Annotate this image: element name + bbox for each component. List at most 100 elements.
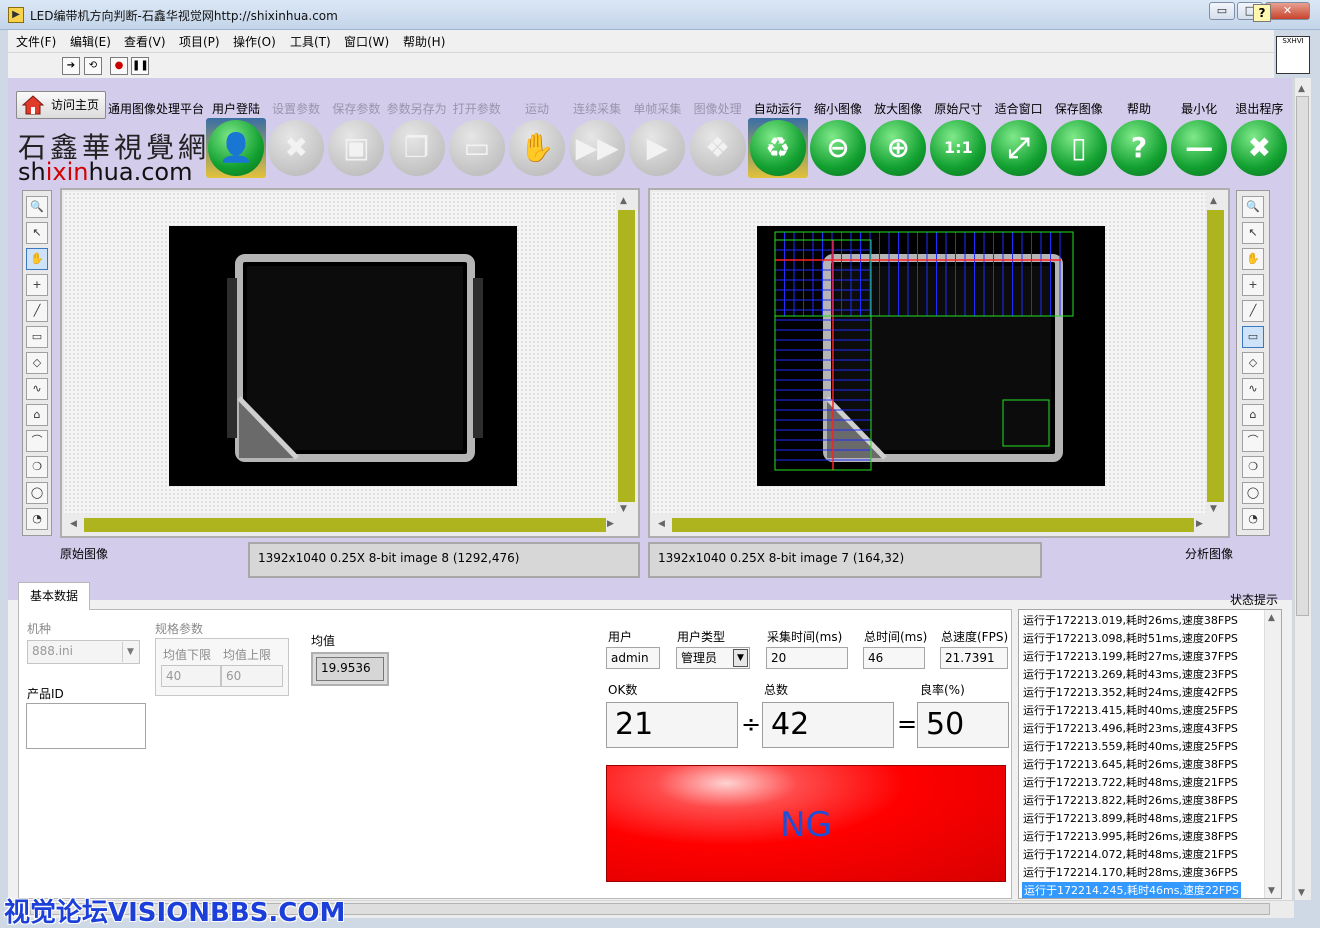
status-log[interactable]: 运行于172213.019,耗时26ms,速度38FPS 运行于172213.09… — [1018, 609, 1282, 899]
mean-lower-input[interactable]: 40 — [161, 665, 221, 687]
left-vscroll-thumb[interactable] — [618, 210, 635, 502]
right-pointer-icon[interactable]: ↖ — [1242, 222, 1264, 244]
status-log-scrollbar[interactable] — [1264, 610, 1281, 898]
zoom-fit-icon[interactable]: ⤢ — [990, 120, 1047, 176]
log-entry[interactable]: 运行于172213.269,耗时43ms,速度23FPS — [1023, 666, 1238, 684]
run-continuous-icon[interactable]: ⟲ — [84, 57, 102, 75]
right-rectangle-tool-icon[interactable]: ▭ — [1242, 326, 1264, 348]
close-window-button[interactable]: ✕ — [1265, 2, 1310, 20]
left-magnifier-icon[interactable]: 🔍 — [26, 196, 48, 218]
log-entry[interactable]: 运行于172213.822,耗时26ms,速度38FPS — [1023, 792, 1238, 810]
exit-icon-glyph: ✖ — [1247, 131, 1272, 164]
log-entry[interactable]: 运行于172213.098,耗时51ms,速度20FPS — [1023, 630, 1238, 648]
left-pointer-icon[interactable]: ↖ — [26, 222, 48, 244]
minus-icon[interactable]: — — [1171, 120, 1228, 176]
left-pan-hand-icon[interactable]: ✋ — [26, 248, 48, 270]
left-rotated-rect-icon[interactable]: ◇ — [26, 352, 48, 374]
log-entry[interactable]: 运行于172213.019,耗时26ms,速度38FPS — [1023, 612, 1238, 630]
log-scroll-up-icon[interactable]: ▲ — [1268, 613, 1275, 623]
left-freehand-region-icon[interactable]: ❍ — [26, 456, 48, 478]
right-freehand-region-icon[interactable]: ❍ — [1242, 456, 1264, 478]
tab-basic-data[interactable]: 基本数据 — [18, 582, 90, 610]
help-icon[interactable]: ? — [1111, 120, 1167, 176]
abort-icon[interactable]: ● — [110, 57, 128, 75]
right-vscroll-thumb[interactable] — [1207, 210, 1224, 502]
left-polyline-icon[interactable]: ∿ — [26, 378, 48, 400]
menu-tools[interactable]: 工具(T) — [290, 33, 331, 50]
user-type-dropdown-icon[interactable]: ▼ — [733, 649, 748, 667]
left-rectangle-tool-icon[interactable]: ▭ — [26, 326, 48, 348]
log-entry[interactable]: 运行于172213.559,耗时40ms,速度25FPS — [1023, 738, 1238, 756]
right-hscroll-thumb[interactable] — [672, 518, 1194, 532]
log-entry[interactable]: 运行于172213.645,耗时26ms,速度38FPS — [1023, 756, 1238, 774]
right-oval-icon[interactable]: ◯ — [1242, 482, 1264, 504]
right-line-tool-icon[interactable]: ╱ — [1242, 300, 1264, 322]
log-entry[interactable]: 运行于172213.415,耗时40ms,速度25FPS — [1023, 702, 1238, 720]
menu-project[interactable]: 项目(P) — [179, 33, 220, 50]
left-hscroll-thumb[interactable] — [84, 518, 606, 532]
hand-icon: ✋ — [509, 120, 565, 176]
right-crosshair-icon[interactable]: + — [1242, 274, 1264, 296]
menu-operate[interactable]: 操作(O) — [233, 33, 276, 50]
log-entry[interactable]: 运行于172214.170,耗时28ms,速度36FPS — [1023, 864, 1238, 882]
minimize-window-button[interactable]: ▭ — [1209, 2, 1235, 20]
tools-icon: ✖ — [268, 120, 325, 176]
menu-file[interactable]: 文件(F) — [16, 33, 56, 50]
tool-label-fast-forward: 连续采集 — [573, 102, 622, 116]
run-arrow-icon[interactable]: ➔ — [62, 57, 80, 75]
log-entry[interactable]: 运行于172213.899,耗时48ms,速度21FPS — [1023, 810, 1238, 828]
left-polygon-icon[interactable]: ⌂ — [26, 404, 48, 426]
menu-edit[interactable]: 编辑(E) — [70, 33, 111, 50]
play-icon-glyph: ▶ — [646, 131, 669, 164]
menu-help[interactable]: 帮助(H) — [403, 33, 445, 50]
right-freehand-line-icon[interactable]: ⌒ — [1242, 430, 1264, 452]
right-rotated-rect-icon[interactable]: ◇ — [1242, 352, 1264, 374]
log-entry[interactable]: 运行于172213.995,耗时26ms,速度38FPS — [1023, 828, 1238, 846]
product-id-input[interactable] — [26, 703, 146, 749]
log-scroll-down-icon[interactable]: ▼ — [1268, 886, 1275, 896]
menu-window[interactable]: 窗口(W) — [344, 33, 389, 50]
log-entry[interactable]: 运行于172214.072,耗时48ms,速度21FPS — [1023, 846, 1238, 864]
tool-label-zoom-in: 放大图像 — [874, 102, 923, 116]
right-scroll-down-icon[interactable]: ▼ — [1210, 504, 1217, 514]
zoom-in-icon[interactable]: ⊕ — [870, 120, 927, 176]
pause-icon[interactable]: ❚❚ — [131, 57, 149, 75]
left-scroll-left-icon[interactable]: ◀ — [70, 519, 77, 529]
right-annulus-icon[interactable]: ◔ — [1242, 508, 1264, 530]
exit-icon[interactable]: ✖ — [1231, 120, 1288, 176]
status-label: 状态提示 — [1230, 593, 1279, 607]
recycle-icon[interactable]: ♻ — [749, 120, 806, 176]
mean-upper-input[interactable]: 60 — [221, 665, 283, 687]
right-polyline-icon[interactable]: ∿ — [1242, 378, 1264, 400]
left-scroll-up-icon[interactable]: ▲ — [620, 196, 627, 206]
left-oval-icon[interactable]: ◯ — [26, 482, 48, 504]
right-scroll-left-icon[interactable]: ◀ — [658, 519, 665, 529]
zoom-out-icon[interactable]: ⊖ — [810, 120, 866, 176]
log-entry[interactable]: 运行于172213.199,耗时27ms,速度37FPS — [1023, 648, 1238, 666]
left-line-tool-icon[interactable]: ╱ — [26, 300, 48, 322]
right-pan-hand-icon[interactable]: ✋ — [1242, 248, 1264, 270]
window-scroll-up-icon[interactable]: ▲ — [1298, 84, 1305, 94]
context-help-icon[interactable]: ? — [1253, 4, 1271, 22]
log-entry[interactable]: 运行于172213.722,耗时48ms,速度21FPS — [1023, 774, 1238, 792]
left-crosshair-icon[interactable]: + — [26, 274, 48, 296]
document-icon[interactable]: ▯ — [1050, 120, 1107, 176]
log-entry[interactable]: 运行于172213.496,耗时23ms,速度43FPS — [1023, 720, 1238, 738]
log-entry[interactable]: 运行于172213.352,耗时24ms,速度42FPS — [1023, 684, 1238, 702]
right-scroll-up-icon[interactable]: ▲ — [1210, 196, 1217, 206]
right-polygon-icon[interactable]: ⌂ — [1242, 404, 1264, 426]
window-scroll-down-icon[interactable]: ▼ — [1298, 888, 1305, 898]
ok-count-value: 21 — [606, 702, 738, 748]
left-annulus-icon[interactable]: ◔ — [26, 508, 48, 530]
window-vscroll-thumb[interactable] — [1296, 96, 1309, 616]
menu-view[interactable]: 查看(V) — [124, 33, 166, 50]
left-freehand-line-icon[interactable]: ⌒ — [26, 430, 48, 452]
right-scroll-right-icon[interactable]: ▶ — [1196, 519, 1203, 529]
left-scroll-down-icon[interactable]: ▼ — [620, 504, 627, 514]
right-magnifier-icon[interactable]: 🔍 — [1242, 196, 1264, 218]
left-scroll-right-icon[interactable]: ▶ — [607, 519, 614, 529]
user-icon[interactable]: 👤 — [208, 120, 264, 176]
model-dropdown-icon[interactable]: ▼ — [122, 642, 138, 662]
zoom-1to1-icon[interactable]: 1:1 — [930, 120, 987, 176]
log-entry[interactable]: 运行于172214.245,耗时46ms,速度22FPS — [1022, 882, 1241, 898]
